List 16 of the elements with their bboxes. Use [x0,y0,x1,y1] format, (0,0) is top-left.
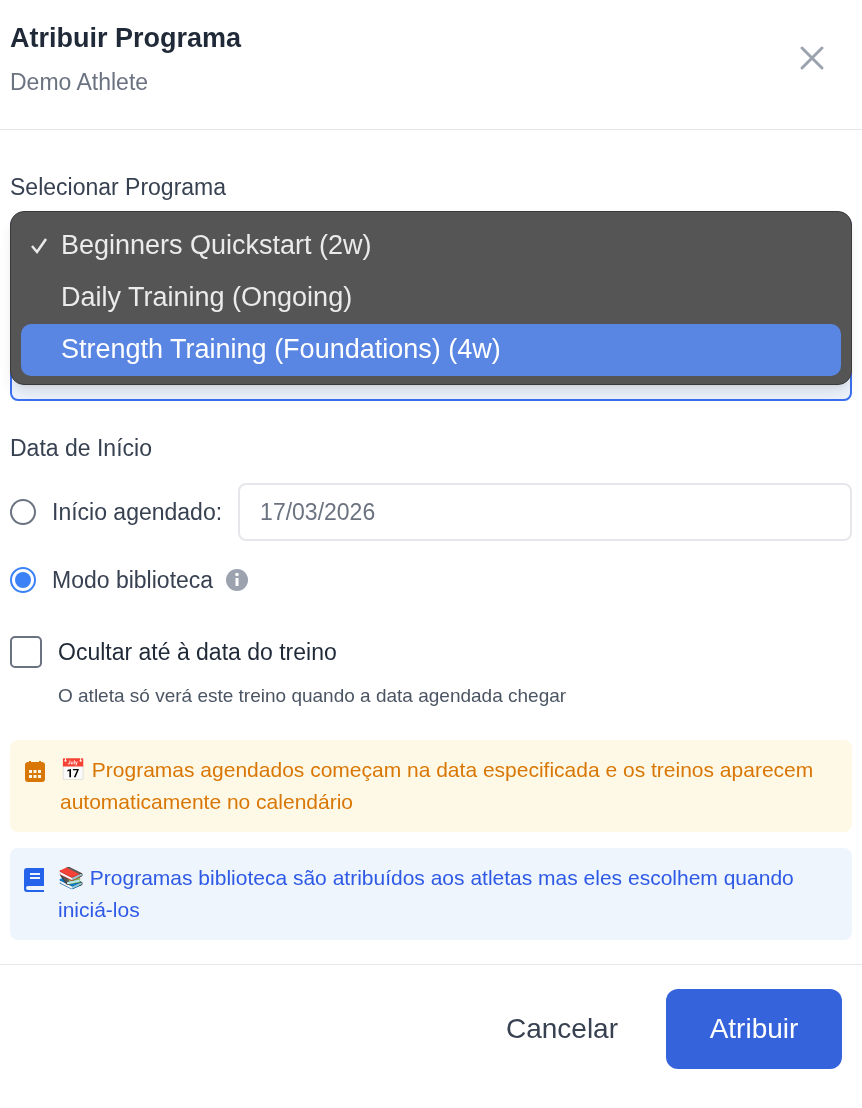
cancel-button[interactable]: Cancelar [505,989,618,1069]
dialog-subtitle: Demo Athlete [10,67,150,97]
notice-text: 📅 Programas agendados começam na data especificada e os treinos aparecem automaticamente no calendário [60,757,815,815]
menu-option[interactable]: Beginners Quickstart (2w) [21,219,841,272]
assign-button[interactable]: Atribuir [666,989,842,1069]
hint-text: O atleta só verá este treino quando a data agendada chegar [58,683,568,708]
menu-option[interactable]: Daily Training (Ongoing) [21,271,841,324]
date-field[interactable]: 17/03/2026 [238,483,852,541]
radio-label: Início agendado: [52,497,223,527]
field-label: Selecionar Programa [10,173,228,202]
checkbox-label: Ocultar até à data do treino [58,638,337,667]
section-label: Data de Início [10,433,153,463]
notice-text: 📚 Programas biblioteca são atribuídos aos atletas mas eles escolhem quando iniciá-los [58,865,795,923]
menu-option[interactable]: Strength Training (Foundations) (4w) [21,323,841,376]
dialog-title: Atribuir Programa [10,22,242,55]
radio-label: Modo biblioteca [52,565,214,595]
